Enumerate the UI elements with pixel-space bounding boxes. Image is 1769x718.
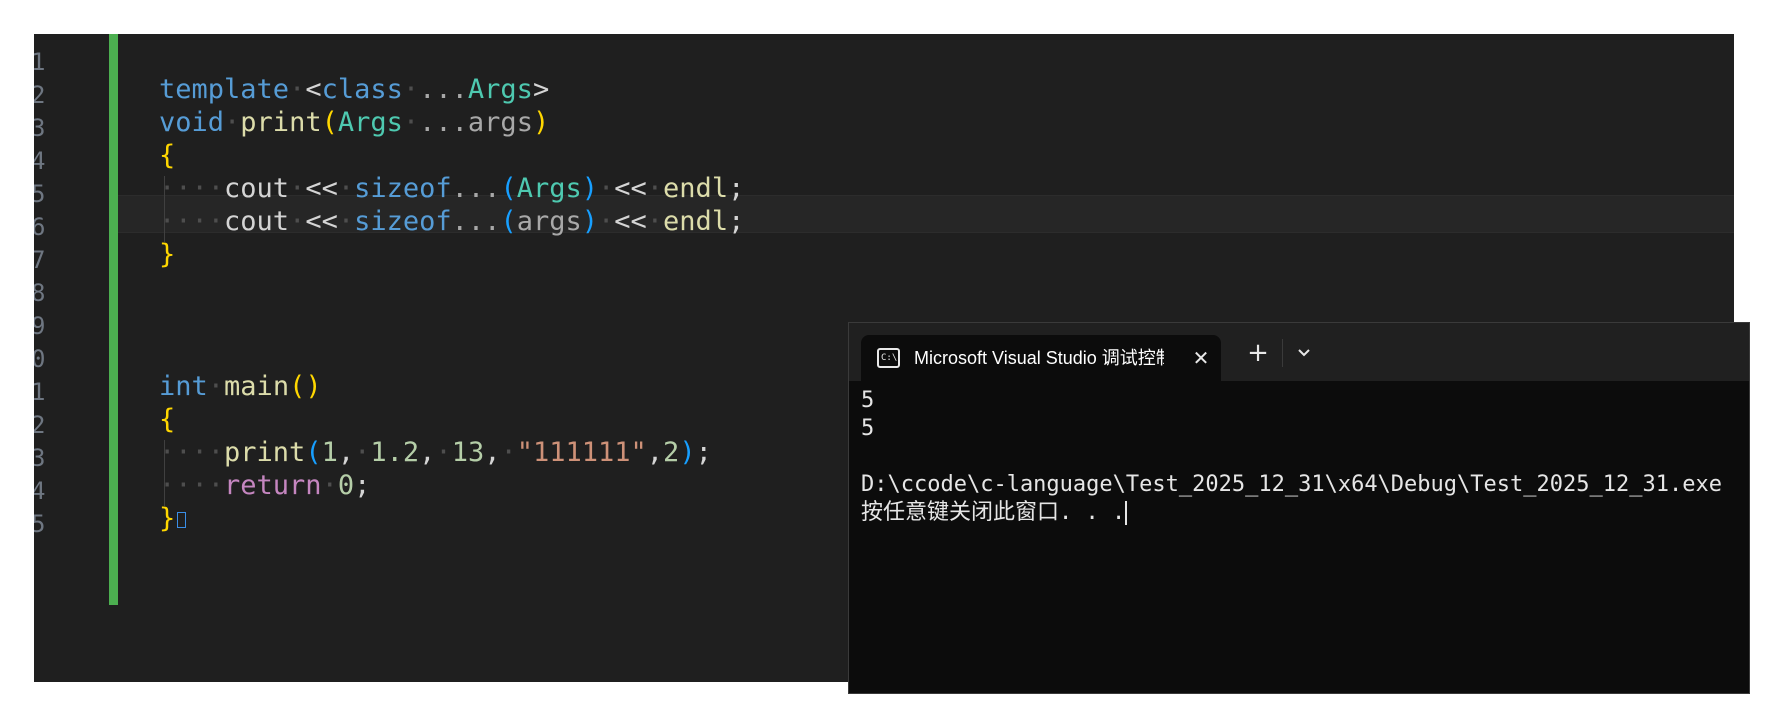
param-token: args	[516, 206, 582, 237]
operator-token: <<	[305, 206, 338, 237]
console-tab[interactable]: C:\ Microsoft Visual Studio 调试控制台 ✕	[861, 335, 1221, 381]
ellipsis-token: ...	[419, 107, 468, 138]
line-number: 1	[34, 48, 46, 76]
number-token: 13	[451, 437, 485, 468]
type-token: Args	[337, 107, 403, 138]
code-line: ····print(1,·1.2,·13,·"111111",2);	[159, 437, 712, 468]
line-number: 6	[34, 213, 46, 241]
line-number: 7	[34, 246, 46, 274]
keyword-token: return	[224, 470, 322, 501]
close-icon[interactable]: ✕	[1187, 344, 1215, 372]
output-line: 5	[861, 388, 875, 413]
function-token: print	[224, 437, 306, 468]
keyword-token: sizeof	[354, 173, 452, 204]
terminal-icon: C:\	[877, 348, 900, 368]
type-token: Args	[516, 173, 582, 204]
type-token: Args	[467, 74, 533, 105]
line-number: 5	[34, 510, 46, 538]
operator-token: <<	[305, 173, 338, 204]
plus-icon[interactable]: +	[1243, 338, 1273, 368]
identifier-token: cout	[224, 173, 290, 204]
line-number: 8	[34, 279, 46, 307]
function-token: main	[224, 371, 290, 402]
number-token: 1	[321, 437, 338, 468]
code-line: void·print(Args·...args)	[159, 107, 550, 138]
tab-title: Microsoft Visual Studio 调试控制台	[914, 348, 1164, 368]
line-number: 0	[34, 345, 46, 373]
line-number: 5	[34, 180, 46, 208]
ellipsis-token: ...	[451, 173, 501, 204]
keyword-token: int	[159, 371, 208, 402]
output-line: 5	[861, 416, 875, 441]
line-number: 4	[34, 147, 46, 175]
output-line: D:\ccode\c-language\Test_2025_12_31\x64\…	[861, 472, 1722, 497]
param-token: args	[467, 107, 533, 138]
operator-token: <<	[614, 206, 647, 237]
console-titlebar[interactable]: C:\ Microsoft Visual Studio 调试控制台 ✕ +	[849, 323, 1749, 381]
debug-console-window[interactable]: C:\ Microsoft Visual Studio 调试控制台 ✕ + 5 …	[848, 322, 1750, 694]
number-token: 1.2	[370, 437, 420, 468]
identifier-token: cout	[224, 206, 290, 237]
string-token: "111111"	[516, 437, 647, 468]
line-number: 3	[34, 444, 46, 472]
code-line: int·main()	[159, 371, 322, 402]
keyword-token: sizeof	[354, 206, 452, 237]
line-number: 2	[34, 81, 46, 109]
code-line: template·<class·...Args>	[159, 74, 550, 105]
code-line: }	[159, 239, 176, 270]
ellipsis-token: ...	[419, 74, 468, 105]
function-token: endl	[663, 206, 729, 237]
code-line: }	[159, 501, 187, 537]
code-line: {	[159, 140, 176, 171]
line-number: 9	[34, 312, 46, 340]
number-token: 0	[337, 470, 355, 501]
function-token: print	[240, 107, 322, 138]
line-number: 3	[34, 114, 46, 142]
keyword-token: void	[159, 107, 225, 138]
git-change-bar	[109, 34, 118, 605]
code-line: {	[159, 404, 176, 435]
number-token: 2	[663, 437, 680, 468]
titlebar-divider	[1282, 339, 1283, 367]
text-cursor-marker	[177, 511, 187, 528]
operator-token: <<	[614, 173, 647, 204]
text-caret	[1125, 501, 1128, 525]
line-number: 4	[34, 477, 46, 505]
prompt-text: 按任意键关闭此窗口. . .	[861, 500, 1126, 525]
keyword-token: class	[321, 74, 403, 105]
code-line: ····return·0;	[159, 470, 371, 501]
code-line: ····cout·<<·sizeof...(Args)·<<·endl;	[159, 173, 745, 204]
code-line: ····cout·<<·sizeof...(args)·<<·endl;	[159, 206, 745, 237]
output-line: 按任意键关闭此窗口. . .	[861, 499, 1128, 527]
line-number: 1	[34, 378, 46, 406]
line-number: 2	[34, 411, 46, 439]
function-token: endl	[663, 173, 729, 204]
ellipsis-token: ...	[451, 206, 501, 237]
keyword-token: template	[159, 74, 290, 105]
chevron-down-icon[interactable]	[1289, 338, 1319, 368]
